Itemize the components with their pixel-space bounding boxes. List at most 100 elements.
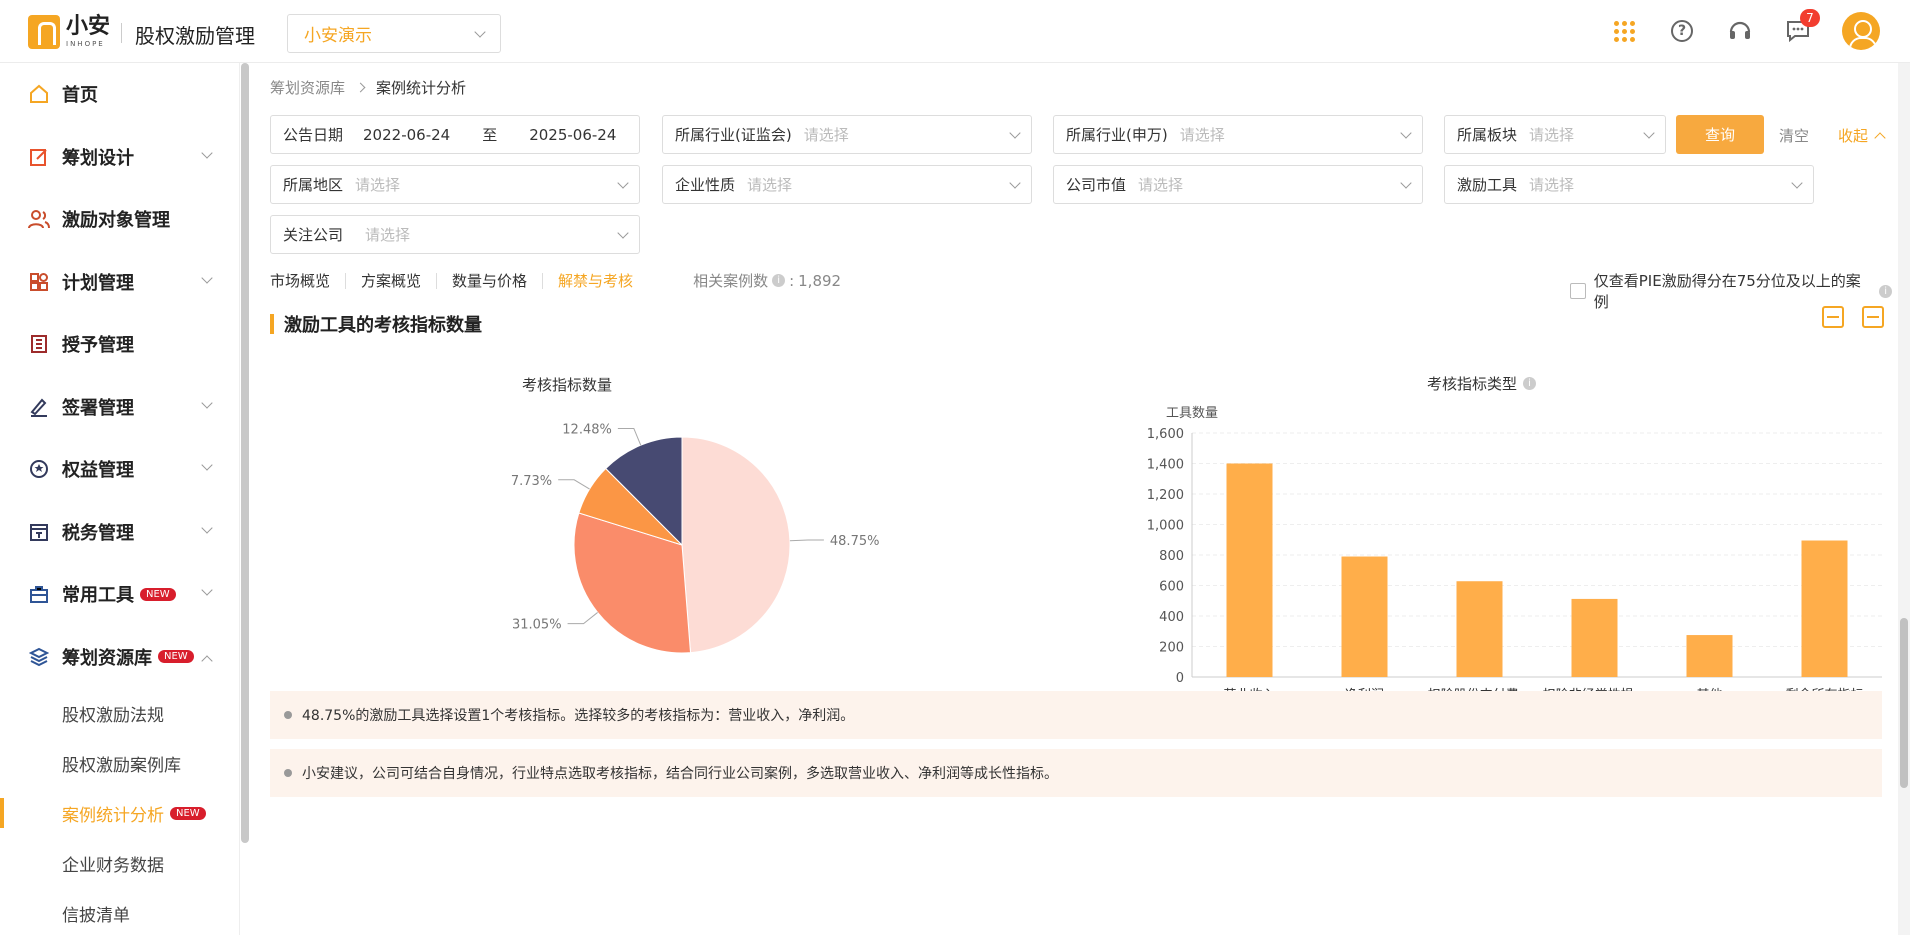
tab-market-overview[interactable]: 市场概览 xyxy=(270,272,347,289)
bar-chart-title: 考核指标类型 i xyxy=(1427,373,1537,394)
tax-icon xyxy=(28,521,50,543)
plan-icon xyxy=(28,271,50,293)
new-badge: NEW xyxy=(170,806,206,820)
chevron-down-icon xyxy=(617,176,629,189)
filter-label: 所属地区 xyxy=(283,176,344,194)
sidebar-subitem-label: 案例统计分析 xyxy=(62,805,164,826)
board-select[interactable]: 所属板块 请选择 xyxy=(1444,115,1666,154)
y-tick-label: 0 xyxy=(1176,671,1184,686)
sidebar-item-participants[interactable]: 激励对象管理 xyxy=(0,188,239,251)
bar-chart-title-text: 考核指标类型 xyxy=(1427,375,1518,393)
sidebar-subitem-label: 信披清单 xyxy=(62,905,130,926)
info-icon[interactable]: i xyxy=(1523,377,1537,390)
case-count-colon: : xyxy=(789,271,795,290)
tab-unlock-assessment[interactable]: 解禁与考核 xyxy=(543,273,648,289)
sidebar-item-design[interactable]: 筹划设计 xyxy=(0,126,239,189)
pie-chart-title: 考核指标数量 xyxy=(522,376,613,394)
sidebar-subitem-regulations[interactable]: 股权激励法规 xyxy=(0,688,239,738)
date-to[interactable]: 2025-06-24 xyxy=(529,126,616,144)
tab-plan-overview[interactable]: 方案概览 xyxy=(346,272,438,289)
sidebar-item-plan[interactable]: 计划管理 xyxy=(0,251,239,314)
y-tick-label: 400 xyxy=(1159,610,1184,625)
bullet-icon xyxy=(284,711,292,719)
select-placeholder: 请选择 xyxy=(365,226,411,244)
pie-label-line xyxy=(567,612,598,625)
pie-score-checkbox[interactable] xyxy=(1570,283,1586,299)
sidebar-item-equity[interactable]: 权益管理 xyxy=(0,438,239,501)
page-scrollbar[interactable] xyxy=(1898,63,1910,935)
breadcrumb: 筹划资源库 案例统计分析 xyxy=(270,77,466,98)
analysis-tabs: 市场概览 方案概览 数量与价格 解禁与考核 相关案例数 i : 1,892 xyxy=(270,270,841,291)
tip-suggestion: 小安建议，公司可结合自身情况，行业特点选取考核指标，结合同行业公司案例，多选取营… xyxy=(270,749,1882,797)
chevron-down-icon xyxy=(1791,176,1803,189)
bar-chart: 工具数量02004006008001,0001,2001,4001,600营业收… xyxy=(1147,406,1882,703)
notification-badge: 7 xyxy=(1800,9,1820,27)
sidebar-item-label: 激励对象管理 xyxy=(62,210,170,232)
industry-sw-select[interactable]: 所属行业(申万) 请选择 xyxy=(1053,115,1423,154)
case-count: 相关案例数 i : 1,892 xyxy=(693,270,841,291)
bar xyxy=(1341,556,1388,677)
user-avatar[interactable] xyxy=(1842,12,1880,50)
select-placeholder: 请选择 xyxy=(1529,176,1575,194)
sidebar-item-resources[interactable]: 筹划资源库 NEW xyxy=(0,626,239,689)
breadcrumb-parent[interactable]: 筹划资源库 xyxy=(270,77,345,98)
collapse-button[interactable]: 收起 xyxy=(1838,125,1886,146)
select-placeholder: 请选择 xyxy=(1179,126,1225,144)
enterprise-nature-select[interactable]: 企业性质 请选择 xyxy=(662,165,1032,204)
industry-csrc-select[interactable]: 所属行业(证监会) 请选择 xyxy=(662,115,1032,154)
sidebar-item-label: 常用工具 xyxy=(62,585,134,607)
chevron-up-icon xyxy=(201,654,213,667)
sidebar-scrollbar-thumb[interactable] xyxy=(241,63,249,843)
help-icon[interactable]: ? xyxy=(1668,17,1696,45)
select-placeholder: 请选择 xyxy=(1529,126,1575,144)
sidebar-item-home[interactable]: 首页 xyxy=(0,63,239,126)
date-range-filter[interactable]: 公告日期 2022-06-24 至 2025-06-24 xyxy=(270,115,640,154)
pie-label-line xyxy=(789,539,824,542)
apps-grid-icon[interactable] xyxy=(1610,17,1638,45)
export-excel-icon[interactable] xyxy=(1822,306,1844,328)
pie-data-label: 12.48% xyxy=(562,423,612,438)
message-icon[interactable]: 7 xyxy=(1784,9,1820,45)
sidebar-subitem-case-library[interactable]: 股权激励案例库 xyxy=(0,738,239,788)
sidebar-item-label: 税务管理 xyxy=(62,522,134,544)
filter-label: 所属板块 xyxy=(1457,126,1518,144)
users-icon xyxy=(28,208,50,230)
sidebar-item-sign[interactable]: 签署管理 xyxy=(0,376,239,439)
sign-icon xyxy=(28,396,50,418)
incentive-tool-select[interactable]: 激励工具 请选择 xyxy=(1444,165,1814,204)
sidebar-item-label: 筹划设计 xyxy=(62,147,134,169)
sidebar-subitem-case-analysis[interactable]: 案例统计分析 NEW xyxy=(0,788,239,838)
info-icon[interactable]: i xyxy=(772,274,786,287)
chevron-down-icon xyxy=(1400,126,1412,139)
sidebar-subitem-disclosure-list[interactable]: 信披清单 xyxy=(0,888,239,935)
tools-icon xyxy=(28,583,50,605)
top-bar: 小安 INHOPE 股权激励管理 小安演示 ? 7 xyxy=(0,0,1910,63)
chevron-down-icon xyxy=(1009,126,1021,139)
date-from[interactable]: 2022-06-24 xyxy=(363,126,450,144)
export-image-icon[interactable] xyxy=(1862,306,1884,328)
select-placeholder: 请选择 xyxy=(355,176,401,194)
date-separator: 至 xyxy=(482,126,498,144)
chevron-down-icon xyxy=(201,521,213,534)
sidebar-item-tools[interactable]: 常用工具 NEW xyxy=(0,563,239,626)
pie-label-line xyxy=(558,479,590,490)
filter-label: 激励工具 xyxy=(1457,176,1518,194)
clear-button[interactable]: 清空 xyxy=(1779,125,1809,146)
info-icon[interactable]: i xyxy=(1879,284,1892,298)
page-scrollbar-thumb[interactable] xyxy=(1900,618,1908,788)
region-select[interactable]: 所属地区 请选择 xyxy=(270,165,640,204)
query-button[interactable]: 查询 xyxy=(1676,115,1764,154)
tab-quantity-price[interactable]: 数量与价格 xyxy=(437,272,544,289)
sidebar-item-label: 授予管理 xyxy=(62,335,134,357)
sidebar-item-grant[interactable]: 授予管理 xyxy=(0,313,239,376)
market-cap-select[interactable]: 公司市值 请选择 xyxy=(1053,165,1423,204)
sidebar-scrollbar[interactable] xyxy=(241,63,249,843)
sidebar-subitem-financial-data[interactable]: 企业财务数据 xyxy=(0,838,239,888)
filter-label: 所属行业(申万) xyxy=(1066,126,1168,144)
sidebar-item-tax[interactable]: 税务管理 xyxy=(0,501,239,564)
sidebar-item-label: 权益管理 xyxy=(62,460,134,482)
followed-company-select[interactable]: 关注公司 请选择 xyxy=(270,215,640,254)
logo[interactable]: 小安 INHOPE xyxy=(28,15,110,49)
support-headset-icon[interactable] xyxy=(1726,17,1754,45)
org-select[interactable]: 小安演示 xyxy=(287,14,501,53)
